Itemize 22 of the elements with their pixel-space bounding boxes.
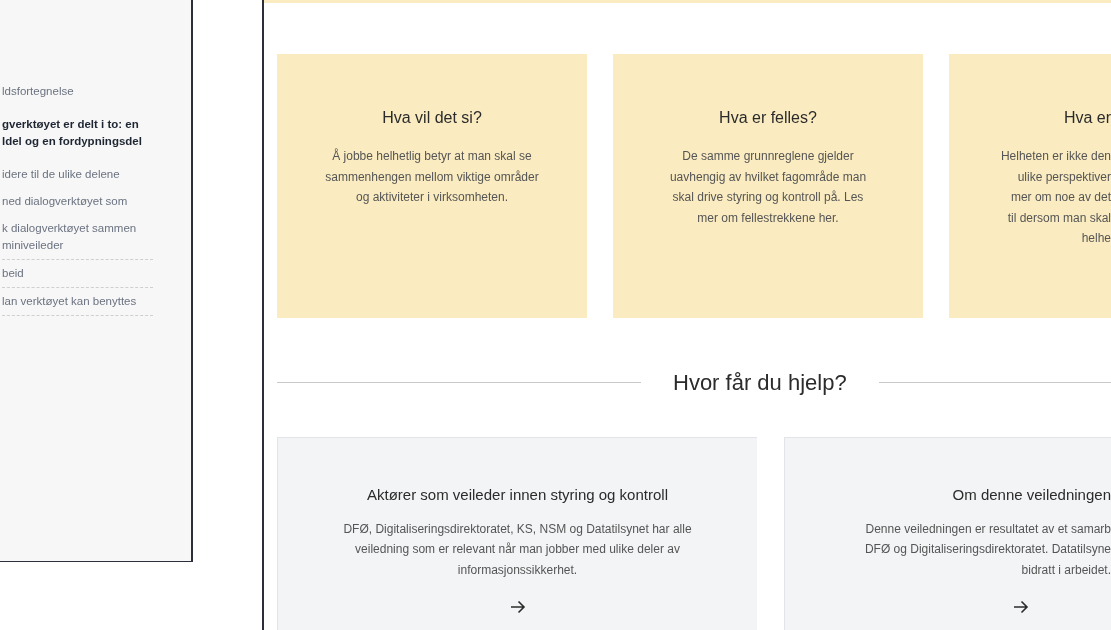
sidebar-item[interactable]: beid — [2, 260, 153, 288]
help-card[interactable]: Aktører som veileder innen styring og kontroll DFØ, Digitaliseringsdirektoratet, KS, NSM og Datatilsynet har alle veiledning som er relevant når man jobber med ulike deler av informasjonssikkerhet. — [277, 437, 757, 630]
card-title: Hva er — [1063, 108, 1111, 128]
card-title: Om denne veiledningen — [952, 485, 1111, 505]
sidebar-item[interactable]: lan verktøyet kan benyttes — [2, 288, 153, 316]
card-text: Denne veiledningen er resultatet av et samarb DFØ og Digitaliseringsdirektoratet. Datatilsyne bidratt i arbeidet. — [864, 520, 1111, 579]
sidebar-item[interactable]: gverktøyet er delt i to: en ldel og en fordypningsdel — [2, 111, 153, 155]
section-heading: Hvor får du hjelp? — [672, 369, 848, 397]
sidebar-item[interactable]: ned dialogverktøyet som — [2, 188, 153, 215]
card-text: Helheten er ikke den ulike perspektiver mer om noe av det til dersom man skal helhe — [1000, 148, 1111, 247]
card-text: DFØ, Digitaliseringsdirektoratet, KS, NSM og Datatilsynet har alle veiledning som er relevant når man jobber med ulike deler av informasjonssikkerhet. — [343, 520, 692, 579]
sidebar-item[interactable]: idere til de ulike delene — [2, 161, 153, 188]
card-text: Å jobbe helhetlig betyr at man skal se sammenhengen mellom viktige områder og aktiviteter i virksomheten. — [325, 147, 539, 206]
card-title: Hva vil det si? — [382, 108, 482, 128]
arrow-icon — [509, 600, 526, 614]
sidebar-item[interactable]: k dialogverktøyet sammen miniveileder — [2, 215, 153, 260]
card-text: De samme grunnreglene gjelder uavhengig av hvilket fagområde man skal drive styring og kontroll på. Les mer om fellestrekkene her. — [669, 148, 867, 227]
arrow-icon — [1013, 600, 1029, 614]
card-title: Aktører som veileder innen styring og kontroll — [367, 485, 668, 505]
help-card[interactable]: Om denne veiledningen Denne veiledningen er resultatet av et samarb DFØ og Digitaliseringsdirektoratet. Datatilsyne bidratt i arbeidet. — [784, 437, 1111, 630]
sidebar-item[interactable]: ldsfortegnelse — [2, 78, 153, 105]
card-title: Hva er felles? — [719, 108, 817, 128]
